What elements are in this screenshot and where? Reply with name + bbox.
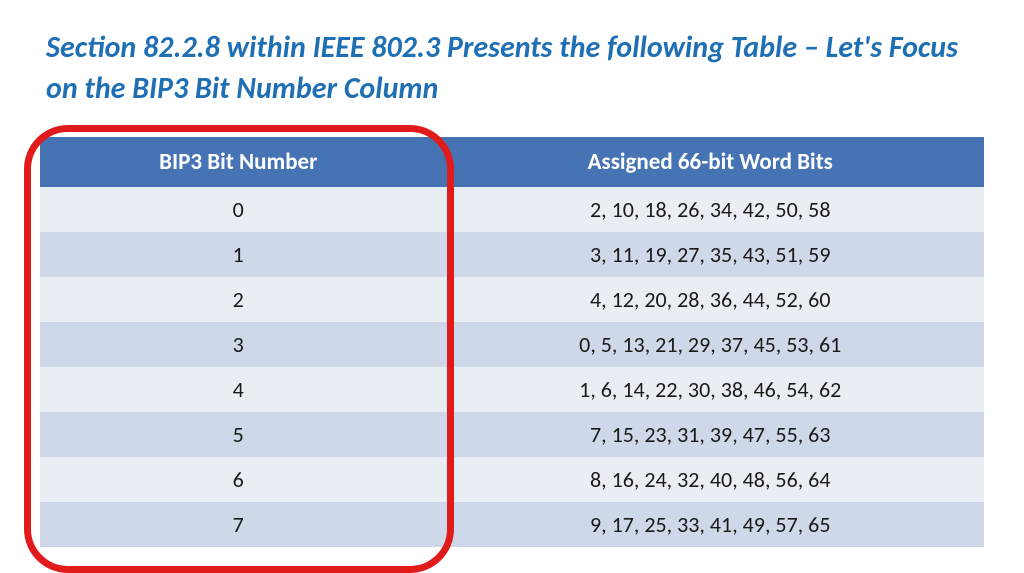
table-row: 3 0, 5, 13, 21, 29, 37, 45, 53, 61 xyxy=(40,322,984,367)
cell-bits: 9, 17, 25, 33, 41, 49, 57, 65 xyxy=(436,502,984,547)
cell-bip3: 6 xyxy=(40,457,436,502)
table-row: 7 9, 17, 25, 33, 41, 49, 57, 65 xyxy=(40,502,984,547)
cell-bip3: 4 xyxy=(40,367,436,412)
cell-bits: 2, 10, 18, 26, 34, 42, 50, 58 xyxy=(436,187,984,232)
cell-bip3: 0 xyxy=(40,187,436,232)
cell-bits: 7, 15, 23, 31, 39, 47, 55, 63 xyxy=(436,412,984,457)
table-row: 6 8, 16, 24, 32, 40, 48, 56, 64 xyxy=(40,457,984,502)
cell-bip3: 5 xyxy=(40,412,436,457)
cell-bip3: 1 xyxy=(40,232,436,277)
cell-bip3: 3 xyxy=(40,322,436,367)
cell-bip3: 7 xyxy=(40,502,436,547)
table-row: 1 3, 11, 19, 27, 35, 43, 51, 59 xyxy=(40,232,984,277)
table-row: 5 7, 15, 23, 31, 39, 47, 55, 63 xyxy=(40,412,984,457)
cell-bits: 3, 11, 19, 27, 35, 43, 51, 59 xyxy=(436,232,984,277)
column-header-bip3: BIP3 Bit Number xyxy=(40,137,436,187)
table-header-row: BIP3 Bit Number Assigned 66-bit Word Bit… xyxy=(40,137,984,187)
cell-bits: 1, 6, 14, 22, 30, 38, 46, 54, 62 xyxy=(436,367,984,412)
page-title: Section 82.2.8 within IEEE 802.3 Present… xyxy=(40,28,984,109)
table-row: 2 4, 12, 20, 28, 36, 44, 52, 60 xyxy=(40,277,984,322)
cell-bits: 8, 16, 24, 32, 40, 48, 56, 64 xyxy=(436,457,984,502)
table-container: BIP3 Bit Number Assigned 66-bit Word Bit… xyxy=(40,137,984,547)
column-header-bits: Assigned 66-bit Word Bits xyxy=(436,137,984,187)
cell-bits: 0, 5, 13, 21, 29, 37, 45, 53, 61 xyxy=(436,322,984,367)
bip3-table: BIP3 Bit Number Assigned 66-bit Word Bit… xyxy=(40,137,984,547)
table-row: 0 2, 10, 18, 26, 34, 42, 50, 58 xyxy=(40,187,984,232)
cell-bits: 4, 12, 20, 28, 36, 44, 52, 60 xyxy=(436,277,984,322)
table-row: 4 1, 6, 14, 22, 30, 38, 46, 54, 62 xyxy=(40,367,984,412)
cell-bip3: 2 xyxy=(40,277,436,322)
